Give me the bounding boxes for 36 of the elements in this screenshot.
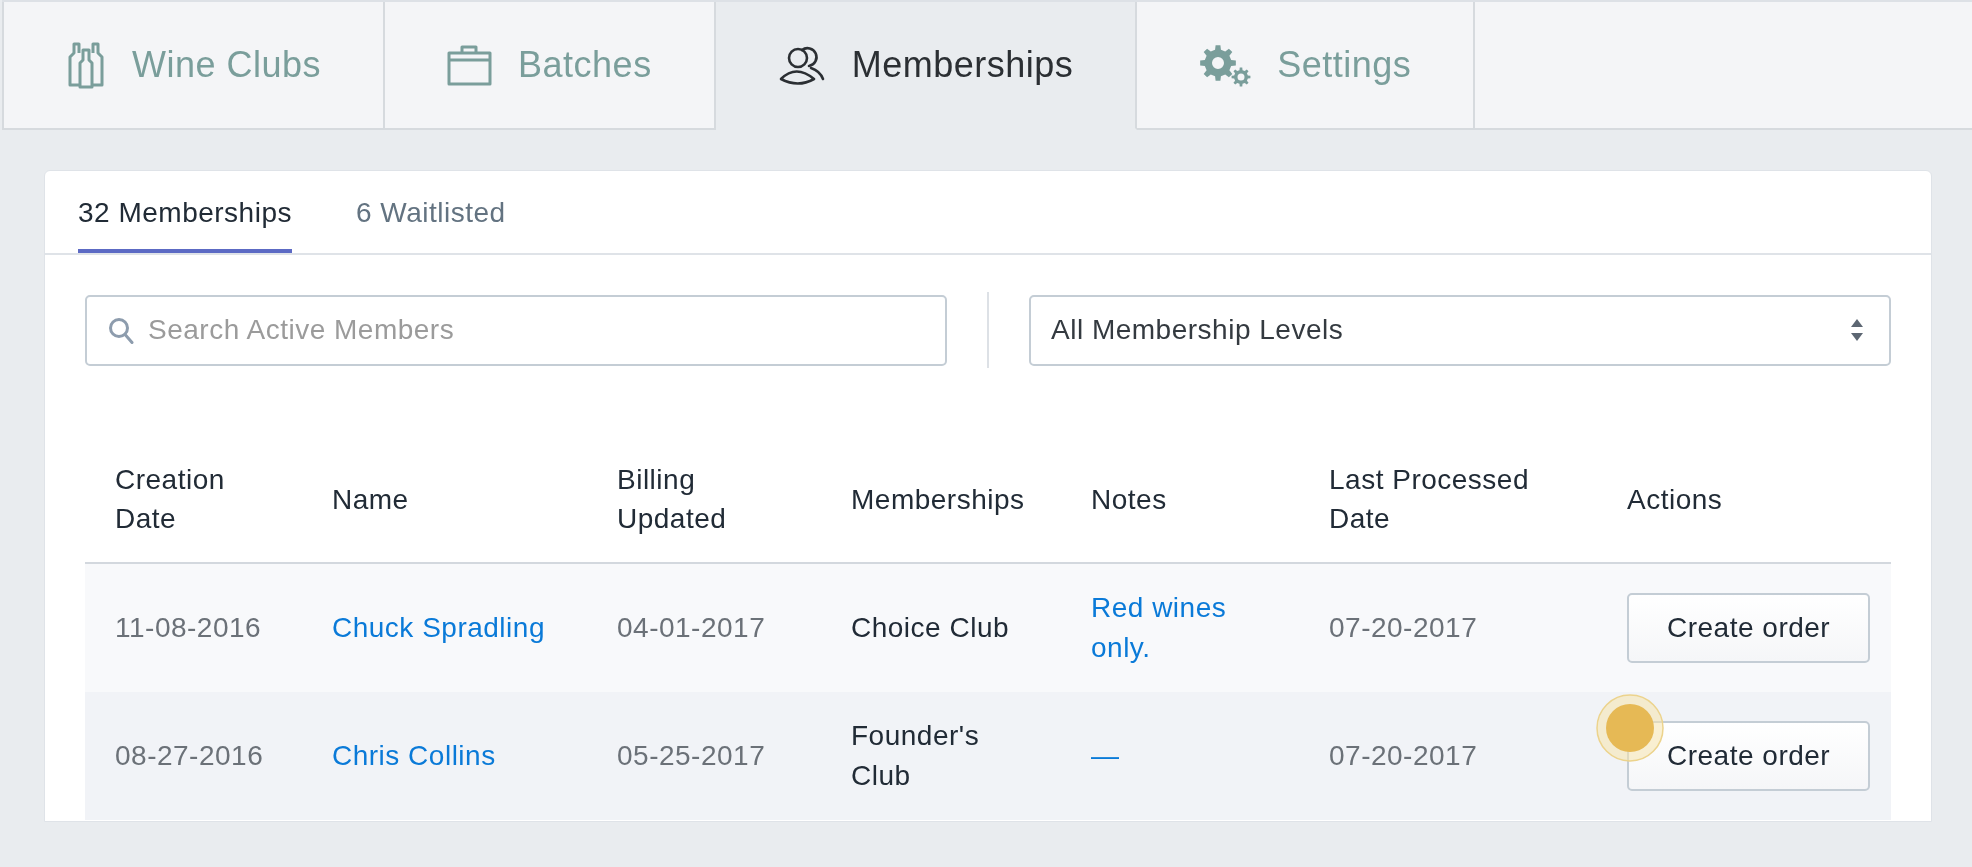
member-name-link[interactable]: Chris Collins <box>332 736 496 776</box>
search-icon <box>108 316 134 345</box>
tab[interactable]: Batches <box>385 2 716 130</box>
table-cell-text: 08-27-2016 <box>114 739 265 773</box>
users-icon <box>777 44 826 86</box>
up-down-caret-icon <box>1851 319 1863 341</box>
notes-link[interactable]: — <box>1091 736 1120 776</box>
member-name-link[interactable]: Chuck Spradling <box>332 608 545 648</box>
column-header: Actions <box>1626 482 1724 517</box>
search-field[interactable]: Search Active Members <box>85 294 947 366</box>
subtab[interactable]: 6 Waitlisted <box>356 171 506 253</box>
column-header: Last Processed Date <box>1328 463 1530 536</box>
table-cell-text: 07-20-2017 <box>1328 739 1479 773</box>
tab[interactable]: Wine Clubs <box>2 2 386 130</box>
column-header: Billing Updated <box>616 463 728 536</box>
column-header: Notes <box>1090 482 1168 517</box>
table-cell-text: Founder's Club <box>850 719 981 793</box>
table-cell-text: Choice Club <box>850 611 1011 645</box>
table-cell-text: 11-08-2016 <box>114 611 263 645</box>
briefcase-icon <box>447 44 493 86</box>
settings-icon <box>1199 43 1252 87</box>
notes-link[interactable]: Red wines only. <box>1091 588 1275 668</box>
cursor-highlight-icon <box>1596 694 1664 762</box>
column-header: Name <box>331 482 410 517</box>
create-order-button[interactable]: Create order <box>1627 593 1871 663</box>
create-order-button[interactable]: Create order <box>1627 721 1871 791</box>
table-cell-text: 05-25-2017 <box>616 739 767 773</box>
column-header: Memberships <box>850 482 1026 517</box>
table-cell-text: 07-20-2017 <box>1328 611 1479 645</box>
membership-level-select[interactable]: All Membership Levels <box>1029 294 1891 366</box>
tab[interactable]: Settings <box>1137 2 1476 130</box>
subtab[interactable]: 32 Memberships <box>78 171 292 253</box>
column-header: Creation Date <box>114 463 226 536</box>
tab[interactable]: Memberships <box>715 2 1138 130</box>
table-cell-text: 04-01-2017 <box>616 611 767 645</box>
wine-bottles-icon <box>66 41 106 89</box>
